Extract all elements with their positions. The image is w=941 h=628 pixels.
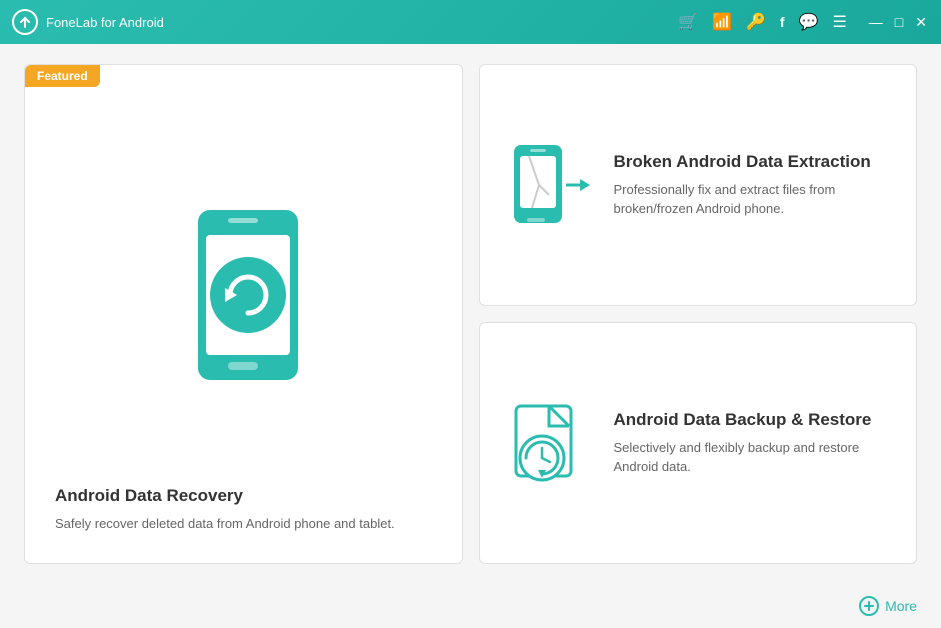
main-content: Featured Android Data Recovery Safely re… bbox=[0, 44, 941, 584]
recovery-illustration bbox=[143, 180, 343, 400]
backup-card-desc: Selectively and flexibly backup and rest… bbox=[614, 438, 893, 477]
close-button[interactable]: ✕ bbox=[913, 14, 929, 31]
recovery-icon-area bbox=[55, 95, 432, 486]
broken-icon-area bbox=[504, 140, 594, 230]
cart-icon[interactable]: 🛒 bbox=[678, 12, 698, 32]
wifi-icon[interactable]: 📶 bbox=[712, 12, 732, 32]
more-circle-icon bbox=[859, 596, 879, 616]
recovery-card-desc: Safely recover deleted data from Android… bbox=[55, 514, 432, 534]
recovery-card-body: Android Data Recovery Safely recover del… bbox=[55, 486, 432, 534]
window-controls: — □ ✕ bbox=[867, 14, 929, 31]
backup-card-title: Android Data Backup & Restore bbox=[614, 410, 893, 430]
minimize-button[interactable]: — bbox=[867, 14, 885, 31]
backup-icon bbox=[504, 398, 594, 488]
key-icon[interactable]: 🔑 bbox=[746, 12, 766, 32]
broken-card-title: Broken Android Data Extraction bbox=[614, 152, 893, 172]
broken-card-desc: Professionally fix and extract files fro… bbox=[614, 180, 893, 219]
more-button[interactable]: More bbox=[859, 596, 917, 616]
backup-restore-card[interactable]: Android Data Backup & Restore Selectivel… bbox=[479, 322, 918, 564]
android-data-recovery-card[interactable]: Featured Android Data Recovery Safely re… bbox=[24, 64, 463, 564]
bottom-bar: More bbox=[0, 584, 941, 628]
facebook-icon[interactable]: f bbox=[780, 14, 785, 30]
app-logo-icon bbox=[12, 9, 38, 35]
title-bar: FoneLab for Android 🛒 📶 🔑 f 💬 ☰ — □ ✕ bbox=[0, 0, 941, 44]
broken-card-body: Broken Android Data Extraction Professio… bbox=[614, 152, 893, 219]
menu-icon[interactable]: ☰ bbox=[832, 12, 846, 32]
backup-icon-area bbox=[504, 398, 594, 488]
broken-extraction-card[interactable]: Broken Android Data Extraction Professio… bbox=[479, 64, 918, 306]
title-bar-right: 🛒 📶 🔑 f 💬 ☰ — □ ✕ bbox=[678, 12, 929, 32]
recovery-card-title: Android Data Recovery bbox=[55, 486, 432, 506]
app-title: FoneLab for Android bbox=[46, 15, 164, 30]
title-bar-left: FoneLab for Android bbox=[12, 9, 164, 35]
more-label: More bbox=[885, 598, 917, 614]
chat-icon[interactable]: 💬 bbox=[799, 12, 819, 32]
maximize-button[interactable]: □ bbox=[893, 14, 905, 31]
backup-card-body: Android Data Backup & Restore Selectivel… bbox=[614, 410, 893, 477]
broken-phone-icon bbox=[504, 140, 594, 230]
featured-badge: Featured bbox=[25, 65, 100, 87]
